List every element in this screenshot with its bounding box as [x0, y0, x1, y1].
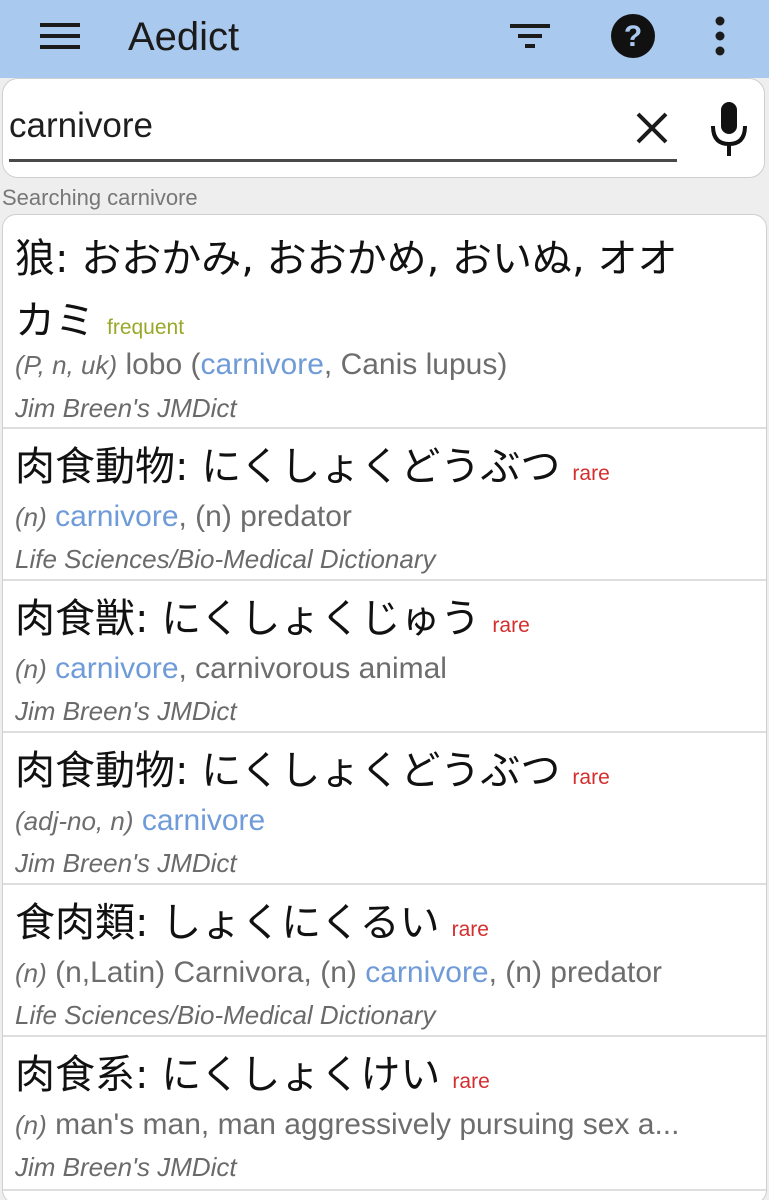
headword-text: カミ [15, 298, 95, 344]
entry-headword: 肉食獣: にくしょくじゅう rare [15, 591, 530, 654]
entry-source: Jim Breen's JMDict [15, 696, 237, 726]
entry-headword: 食肉類: しょくにくるい rare [15, 895, 489, 958]
entry-headword: 肉食系: にくしょくけい rare [15, 1047, 490, 1110]
part-of-speech: (n) [15, 958, 47, 988]
rarity-badge: rare [451, 918, 489, 941]
sense-text [47, 652, 55, 685]
entry-source: Jim Breen's JMDict [15, 1152, 237, 1182]
sense-text: (n,Latin) Carnivora, (n) [46, 956, 366, 989]
entry-source: Jim Breen's JMDict [15, 848, 237, 878]
search-highlight: carnivore [141, 804, 266, 837]
list-item[interactable]: 肉食動物: にくしょくどうぶつ rare (adj-no, n) carnivor… [3, 733, 766, 885]
part-of-speech: (n) [15, 1110, 47, 1140]
list-item[interactable]: 肉食系: にくしょくけい rare (n) man's man, man aggr… [3, 1037, 766, 1191]
part-of-speech: (adj-no, n) [15, 806, 134, 836]
search-highlight: carnivore [200, 348, 324, 381]
sense-text: , Canis lupus) [323, 348, 508, 381]
sense-text: lobo ( [117, 348, 201, 381]
headword-text: 肉食獣: にくしょくじゅう [15, 596, 481, 642]
sense-text: , (n) predator [178, 500, 352, 533]
entry-sense: (P, n, uk) lobo (carnivore, Canis lupus) [15, 345, 755, 385]
results-list: 狼: おおかみ, おおかめ, おいぬ, オオ カミ frequent (P, n,… [2, 214, 767, 1200]
entry-sense: (n) carnivore, (n) predator [15, 497, 755, 537]
more-vertical-icon[interactable] [700, 10, 740, 62]
sense-text [47, 500, 55, 533]
search-highlight: carnivore [55, 500, 179, 533]
sense-text [134, 804, 142, 837]
entry-sense: (n) (n,Latin) Carnivora, (n) carnivore, … [15, 953, 755, 993]
entry-source: Jim Breen's JMDict [15, 393, 237, 423]
entry-source: Life Sciences/Bio-Medical Dictionary [15, 544, 436, 574]
search-underline [9, 159, 677, 162]
sense-text: , carnivorous animal [178, 652, 447, 685]
headword-text: 肉食系: にくしょくけい [15, 1052, 441, 1098]
entry-sense: (adj-no, n) carnivore [15, 801, 755, 841]
close-icon[interactable] [627, 103, 677, 153]
sense-text: , (n) predator [488, 956, 663, 989]
app-bar: Aedict ? [0, 0, 769, 78]
headword-text: 食肉類: しょくにくるい [15, 900, 440, 946]
help-circle-icon[interactable]: ? [607, 10, 659, 62]
rarity-badge: rare [572, 462, 610, 485]
rarity-badge: rare [572, 766, 610, 789]
sense-text: man's man, man aggressively pursuing sex… [46, 1108, 680, 1141]
entry-headword: 肉食動物: にくしょくどうぶつ rare [15, 743, 610, 806]
svg-text:?: ? [624, 20, 642, 53]
list-item[interactable]: 肉食獣: にくしょくじゅう rare (n) carnivore, carnivo… [3, 581, 766, 733]
rarity-badge: rare [452, 1070, 490, 1093]
frequency-badge: frequent [107, 316, 185, 339]
list-item[interactable]: 狼: おおかみ, おおかめ, おいぬ, オオ カミ frequent (P, n,… [3, 215, 766, 429]
search-input[interactable] [9, 101, 549, 151]
entry-headword: 肉食動物: にくしょくどうぶつ rare [15, 439, 610, 502]
app-title: Aedict [128, 15, 240, 59]
list-item[interactable]: 肉食動物: にくしょくどうぶつ rare (n) carnivore, (n) p… [3, 429, 766, 581]
headword-text: 肉食動物: にくしょくどうぶつ [15, 444, 561, 490]
hamburger-menu-icon[interactable] [34, 10, 86, 62]
rarity-badge: rare [492, 614, 530, 637]
search-highlight: carnivore [365, 956, 489, 989]
entry-sense: (n) man's man, man aggressively pursuing… [15, 1105, 755, 1145]
part-of-speech: (n) [15, 654, 47, 684]
search-status: Searching carnivore [2, 185, 198, 210]
microphone-icon[interactable] [703, 97, 755, 161]
entry-sense: (n) carnivore, carnivorous animal [15, 649, 755, 689]
part-of-speech: (n) [15, 502, 47, 532]
list-item[interactable]: 食肉類: しょくにくるい rare (n) (n,Latin) Carnivora… [3, 885, 766, 1037]
part-of-speech: (P, n, uk) [15, 350, 118, 380]
entry-source: Life Sciences/Bio-Medical Dictionary [15, 1000, 436, 1030]
search-highlight: carnivore [55, 652, 179, 685]
headword-text: 狼: おおかみ, おおかめ, おいぬ, オオ [15, 236, 678, 282]
headword-text: 肉食動物: にくしょくどうぶつ [15, 748, 561, 794]
app-root: Aedict ? carnivore Searching carnivore 狼… [0, 0, 769, 1200]
search-bar [2, 78, 765, 178]
entry-headword: 狼: おおかみ, おおかめ, おいぬ, オオ [15, 231, 677, 287]
filter-icon[interactable] [504, 10, 556, 62]
